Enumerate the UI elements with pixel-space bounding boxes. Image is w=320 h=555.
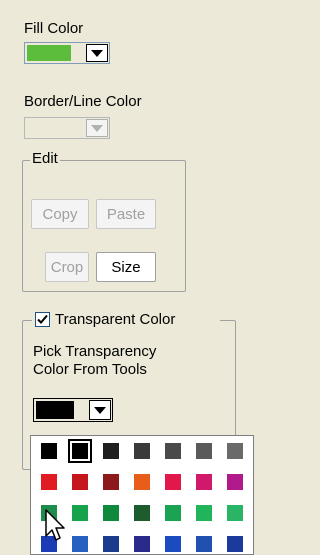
transparent-color-swatch	[36, 401, 74, 419]
crop-button: Crop	[45, 252, 89, 282]
palette-color-swatch[interactable]	[227, 505, 243, 521]
palette-color-swatch[interactable]	[103, 443, 119, 459]
border-color-swatch	[27, 120, 71, 136]
palette-color-swatch[interactable]	[227, 474, 243, 490]
fill-color-combo[interactable]	[24, 42, 110, 64]
palette-color-swatch[interactable]	[134, 443, 150, 459]
palette-color-swatch[interactable]	[41, 474, 57, 490]
fill-color-label: Fill Color	[24, 20, 84, 37]
transparency-hint-line2: Color From Tools	[33, 361, 147, 378]
copy-button: Copy	[31, 199, 89, 229]
checkmark-icon	[37, 314, 48, 324]
palette-color-swatch[interactable]	[103, 474, 119, 490]
paste-button: Paste	[96, 199, 156, 229]
edit-group-title: Edit	[30, 150, 60, 167]
palette-color-swatch[interactable]	[134, 505, 150, 521]
palette-color-swatch[interactable]	[196, 536, 212, 552]
palette-color-swatch[interactable]	[134, 474, 150, 490]
transparent-checkbox[interactable]	[35, 312, 50, 327]
palette-color-swatch[interactable]	[72, 505, 88, 521]
chevron-down-icon	[91, 124, 103, 132]
palette-color-swatch[interactable]	[196, 474, 212, 490]
palette-color-swatch[interactable]	[68, 439, 92, 463]
transparent-color-combo[interactable]	[33, 398, 113, 422]
palette-color-swatch[interactable]	[165, 443, 181, 459]
palette-color-swatch[interactable]	[72, 536, 88, 552]
border-color-combo	[24, 117, 110, 139]
palette-color-swatch[interactable]	[165, 505, 181, 521]
fill-color-dropdown-button[interactable]	[86, 44, 108, 62]
palette-color-swatch[interactable]	[165, 536, 181, 552]
palette-color-swatch[interactable]	[227, 536, 243, 552]
palette-color-swatch[interactable]	[41, 443, 57, 459]
palette-color-swatch[interactable]	[134, 536, 150, 552]
palette-color-swatch[interactable]	[103, 536, 119, 552]
border-color-label: Border/Line Color	[24, 93, 142, 110]
chevron-down-icon	[94, 406, 106, 414]
palette-color-swatch[interactable]	[165, 474, 181, 490]
arrow-cursor-icon	[45, 509, 65, 541]
border-color-dropdown-button	[86, 119, 108, 137]
transparency-hint-line1: Pick Transparency	[33, 343, 157, 360]
size-button[interactable]: Size	[96, 252, 156, 282]
fill-color-swatch	[27, 45, 71, 61]
palette-color-swatch[interactable]	[227, 443, 243, 459]
chevron-down-icon	[91, 49, 103, 57]
palette-color-swatch[interactable]	[196, 443, 212, 459]
transparent-color-dropdown-button[interactable]	[89, 400, 111, 420]
palette-color-swatch[interactable]	[72, 474, 88, 490]
transparent-checkbox-label: Transparent Color	[55, 311, 176, 328]
palette-color-swatch[interactable]	[196, 505, 212, 521]
palette-color-swatch[interactable]	[103, 505, 119, 521]
